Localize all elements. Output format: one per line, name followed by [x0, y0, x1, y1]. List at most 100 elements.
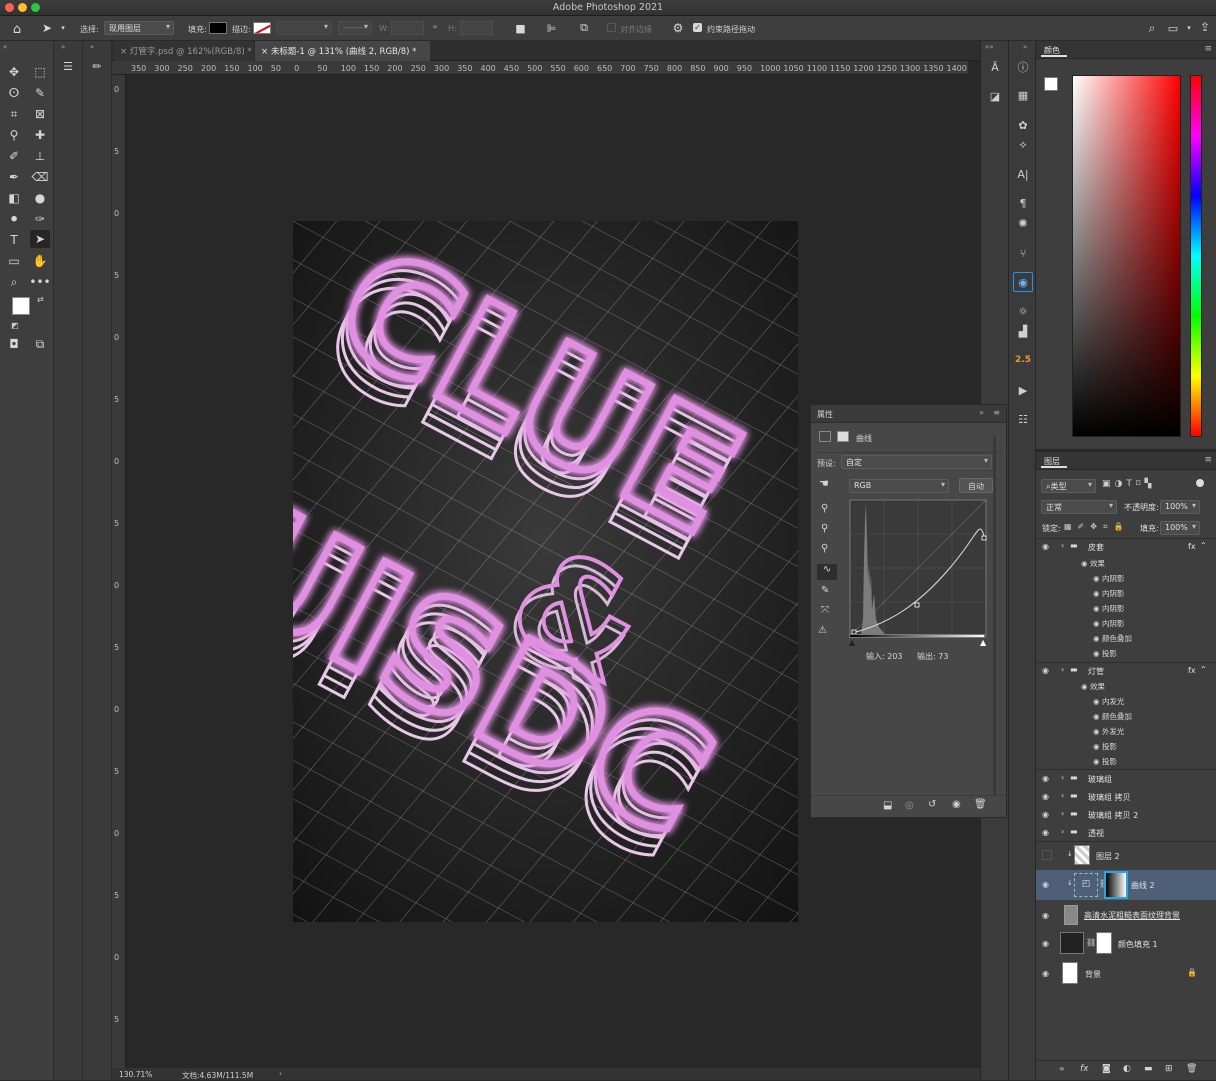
foreground-color-swatch[interactable] [12, 297, 30, 315]
panel-menu-icon[interactable]: ≡ [1204, 455, 1212, 465]
white-slider-icon[interactable]: ▲ [980, 638, 986, 647]
eraser-tool-icon[interactable]: ⌫ [30, 168, 50, 186]
layer-group-toushi[interactable]: ◉ › ▬ 透视 [1036, 826, 1216, 840]
swap-colors-icon[interactable]: ⇄ [37, 295, 44, 304]
collapse-panel-icon[interactable]: » [979, 408, 984, 417]
stamp-tool-icon[interactable]: ⊥ [30, 147, 50, 165]
mask-thumbnail[interactable] [1096, 932, 1112, 954]
chevron-up-icon[interactable]: ⌃ [1200, 541, 1207, 550]
properties-scrollbar[interactable] [993, 435, 996, 795]
more-tools-icon[interactable]: ••• [29, 273, 50, 291]
default-colors-icon[interactable]: ◩ [11, 321, 19, 330]
visibility-icon[interactable]: ◉ [952, 799, 961, 810]
effect-item[interactable]: ◉ 颜色叠加 [1093, 633, 1132, 644]
type-tool-icon[interactable]: T [4, 231, 24, 249]
layer-group-boliz[interactable]: ◉ › ▬ 玻璃组 [1036, 772, 1216, 786]
tab-document-1[interactable]: × 灯管字.psd @ 162%(RGB/8) * [114, 41, 254, 61]
collapse-strip-2-icon[interactable]: » [1023, 43, 1027, 51]
eye-icon[interactable]: ◉ [1042, 880, 1049, 889]
reset-icon[interactable]: ↺ [928, 799, 936, 810]
color-field[interactable] [1072, 75, 1181, 437]
tab-document-2[interactable]: × 未标题-1 @ 131% (曲线 2, RGB/8) * [255, 41, 430, 61]
brush-settings-icon[interactable]: ✏ [89, 58, 105, 74]
layer-layer2[interactable]: ↓ 图层 2 [1036, 842, 1216, 869]
layer-curves2-selected[interactable]: ◉ ↓ ◰ ⛓ 曲线 2 [1036, 870, 1216, 900]
eye-icon[interactable]: ◉ [1093, 697, 1102, 706]
link-icon[interactable]: ⛓ [1086, 938, 1096, 947]
workspace-icon[interactable]: ▭ [1165, 20, 1181, 36]
fx-badge[interactable]: fx [1188, 666, 1196, 675]
black-slider-icon[interactable]: ▲ [849, 638, 855, 647]
eye-icon[interactable]: ◉ [1042, 810, 1049, 819]
effect-item[interactable]: ◉ 投影 [1093, 648, 1117, 659]
chevron-right-icon[interactable]: › [1061, 827, 1064, 836]
eye-icon[interactable]: ◉ [1093, 757, 1102, 766]
link-layers-icon[interactable]: ⚭ [1058, 1065, 1066, 1075]
eyedropper-tool-icon[interactable]: ⚲ [4, 126, 24, 144]
foreground-swatch[interactable] [1044, 77, 1058, 91]
close-icon[interactable]: × [120, 47, 130, 57]
character-icon[interactable]: A| [1013, 164, 1033, 184]
play-icon[interactable]: ▶ [1013, 380, 1033, 400]
eye-icon[interactable]: ◉ [1042, 542, 1049, 551]
frame-tool-icon[interactable]: ⊠ [30, 105, 50, 123]
eye-icon[interactable]: ◉ [1093, 574, 1102, 583]
paragraph-style-icon[interactable]: ◪ [985, 86, 1005, 106]
fx-badge[interactable]: fx [1188, 542, 1196, 551]
brush-tool-icon[interactable]: ✐ [4, 147, 24, 165]
pen-tool-icon[interactable]: ✑ [30, 210, 50, 228]
chevron-up-icon[interactable]: ⌃ [1200, 665, 1207, 674]
select-layer-dropdown[interactable]: 现用图层 [104, 21, 174, 35]
edit-points-icon[interactable]: ∿ [817, 564, 837, 580]
gear-icon[interactable]: ⚙ [671, 21, 685, 35]
eye-icon[interactable]: ◉ [1093, 634, 1102, 643]
dodge-tool-icon[interactable]: ⚫ [4, 210, 24, 228]
on-image-adjust-icon[interactable]: ☚ [819, 477, 829, 490]
new-layer-icon[interactable]: ⊞ [1165, 1064, 1173, 1074]
move-tool-icon[interactable]: ➤ [40, 20, 54, 36]
blur-tool-icon[interactable]: ● [30, 189, 50, 207]
trash-icon[interactable]: 🗑 [974, 799, 987, 810]
eye-icon[interactable]: ◉ [1042, 828, 1049, 837]
info-icon[interactable]: ⓘ [1013, 57, 1033, 77]
stroke-swatch[interactable] [253, 22, 271, 34]
lock-icon[interactable]: 🔒 [1187, 968, 1197, 977]
add-mask-icon[interactable]: ◙ [1102, 1064, 1111, 1074]
zoom-level[interactable]: 130.71% [119, 1070, 152, 1079]
share-icon[interactable]: ⇪ [1197, 19, 1213, 35]
visibility-toggle[interactable] [1042, 850, 1052, 860]
view-previous-icon[interactable]: ◎ [905, 800, 914, 811]
layer-color-fill-1[interactable]: ◉ ⛓ 颜色填充 1 [1036, 929, 1216, 957]
eye-icon[interactable]: ◉ [1093, 604, 1102, 613]
effect-item[interactable]: ◉ 颜色叠加 [1093, 711, 1132, 722]
eye-icon[interactable]: ◉ [1042, 774, 1049, 783]
quick-select-tool-icon[interactable]: ✎ [30, 84, 50, 102]
screen-mode-icon[interactable]: ⧉ [30, 335, 50, 353]
properties-sliders-icon[interactable]: ☷ [1013, 409, 1033, 429]
effect-item[interactable]: ◉ 内阴影 [1093, 588, 1124, 599]
stroke-type-dropdown[interactable]: ——— [338, 21, 372, 35]
levels-icon[interactable]: ▟ [1013, 321, 1033, 341]
blend-mode-dropdown[interactable]: 正常 [1041, 500, 1117, 514]
effect-item[interactable]: ◉ 投影 [1093, 741, 1117, 752]
move-tool-icon[interactable]: ✥ [4, 63, 24, 81]
version-badge[interactable]: 2.5 [1013, 350, 1033, 370]
fx-icon[interactable]: fx [1080, 1064, 1089, 1074]
gray-point-eyedropper-icon[interactable]: ⚲ [821, 523, 828, 534]
collapse-toolbar-icon[interactable]: « [3, 43, 7, 51]
home-icon[interactable]: ⌂ [9, 21, 25, 37]
draw-curve-icon[interactable]: ✎ [821, 585, 829, 596]
history-brush-tool-icon[interactable]: ✒ [4, 168, 24, 186]
layer-group-boliz-copy[interactable]: ◉ › ▬ 玻璃组 拷贝 [1036, 790, 1216, 804]
chevron-right-icon[interactable]: › [1061, 791, 1064, 800]
panel-menu-icon[interactable]: ≡ [1204, 44, 1212, 54]
stroke-width-field[interactable] [276, 21, 332, 35]
filter-toggle-icon[interactable] [1196, 479, 1204, 487]
layer-group-pitao[interactable]: ◉ › ▬ 皮套 fx ⌃ [1036, 540, 1216, 552]
adjustment-layer-icon[interactable]: ◐ [1123, 1064, 1131, 1074]
tool-preset-chevron-icon[interactable]: ▾ [59, 22, 67, 34]
eye-icon[interactable]: ◉ [1042, 792, 1049, 801]
collapse-strip-2-icon[interactable]: » [90, 43, 94, 51]
effect-item[interactable]: ◉ 内阴影 [1093, 573, 1124, 584]
marquee-tool-icon[interactable]: ⬚ [30, 63, 50, 81]
